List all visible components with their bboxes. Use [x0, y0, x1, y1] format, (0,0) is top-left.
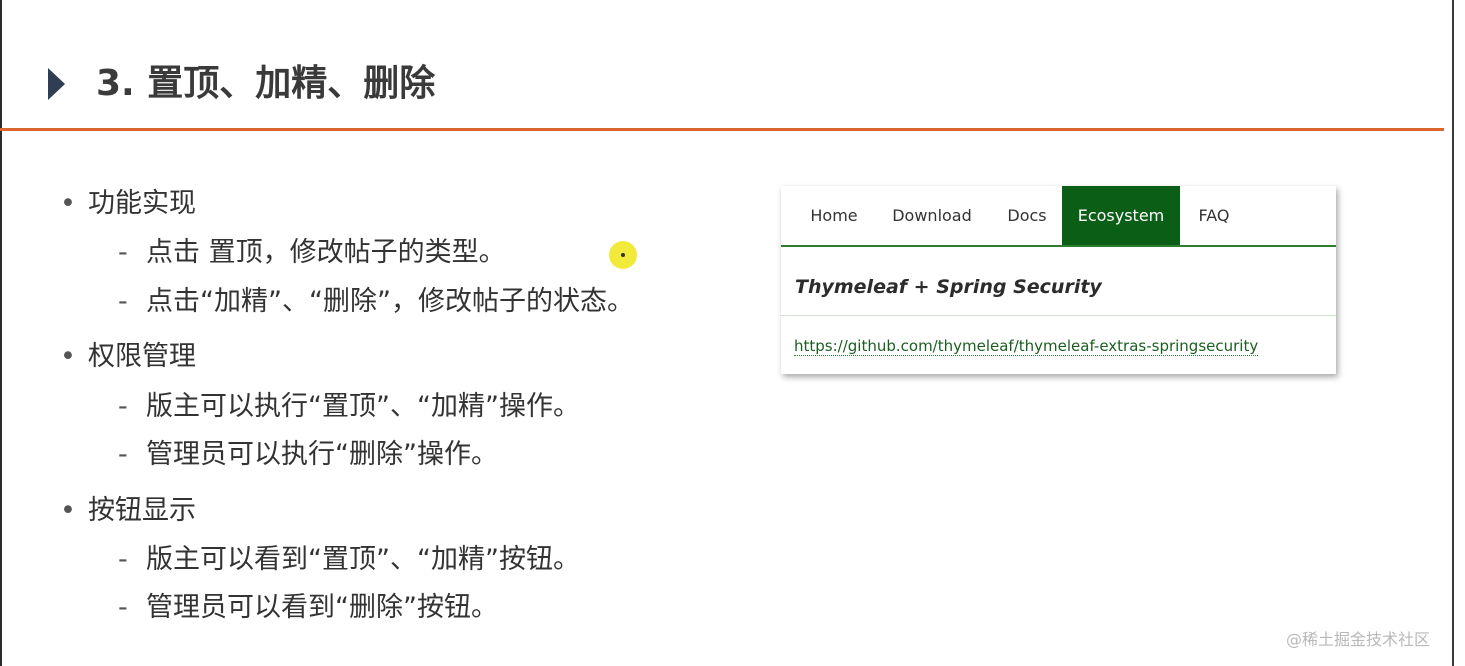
left-border — [0, 0, 2, 666]
nav-item-ecosystem[interactable]: Ecosystem — [1062, 186, 1180, 245]
nav-item-faq[interactable]: FAQ — [1191, 186, 1237, 245]
bullet-item: • 功能实现 — [60, 184, 196, 224]
sub-item-text: 版主可以看到“置顶”、“加精”按钮。 — [146, 544, 580, 575]
cursor-highlight — [609, 241, 637, 269]
nav-bar: Home Download Docs Ecosystem FAQ — [781, 186, 1336, 247]
sub-item: - 版主可以执行“置顶”、“加精”操作。 — [118, 387, 580, 427]
right-border — [1452, 0, 1454, 666]
dash-mark: - — [118, 237, 128, 268]
sub-item-text: 点击“加精”、“删除”，修改帖子的状态。 — [146, 286, 634, 317]
bullet-item: • 权限管理 — [60, 337, 196, 377]
panel-divider — [781, 315, 1336, 316]
nav-item-home[interactable]: Home — [801, 186, 867, 245]
dash-mark: - — [118, 544, 128, 575]
sub-item: - 点击 置顶，修改帖子的类型。 — [118, 233, 506, 273]
dash-mark: - — [118, 286, 128, 317]
nav-item-docs[interactable]: Docs — [999, 186, 1055, 245]
nav-item-download[interactable]: Download — [887, 186, 977, 245]
sub-item: - 版主可以看到“置顶”、“加精”按钮。 — [118, 540, 580, 580]
sub-item: - 管理员可以执行“删除”操作。 — [118, 435, 498, 475]
sub-item: - 管理员可以看到“删除”按钮。 — [118, 588, 498, 628]
watermark: @稀土掘金技术社区 — [1286, 630, 1431, 649]
sub-item-text: 管理员可以执行“删除”操作。 — [146, 439, 498, 470]
github-link[interactable]: https://github.com/thymeleaf/thymeleaf-e… — [794, 337, 1259, 356]
caret-right-icon — [48, 68, 65, 100]
slide-title: 3. 置顶、加精、删除 — [96, 63, 436, 104]
bullet-text: 权限管理 — [88, 341, 196, 372]
dash-mark: - — [118, 391, 128, 422]
bullet-mark: • — [60, 188, 76, 219]
title-divider — [0, 128, 1444, 131]
bullet-text: 功能实现 — [88, 188, 196, 219]
bullet-item: • 按钮显示 — [60, 491, 196, 531]
sub-item-text: 版主可以执行“置顶”、“加精”操作。 — [146, 391, 580, 422]
slide: 3. 置顶、加精、删除 • 功能实现 - 点击 置顶，修改帖子的类型。 - 点击“加精… — [0, 0, 1465, 666]
sub-item-text: 管理员可以看到“删除”按钮。 — [146, 592, 498, 623]
bullet-mark: • — [60, 495, 76, 526]
sub-item: - 点击“加精”、“删除”，修改帖子的状态。 — [118, 282, 634, 322]
dash-mark: - — [118, 592, 128, 623]
bullet-text: 按钮显示 — [88, 495, 196, 526]
panel-heading: Thymeleaf + Spring Security — [795, 276, 1102, 298]
sub-item-text: 点击 置顶，修改帖子的类型。 — [146, 237, 506, 268]
dash-mark: - — [118, 439, 128, 470]
bullet-mark: • — [60, 341, 76, 372]
embedded-screenshot: Home Download Docs Ecosystem FAQ Thymele… — [781, 186, 1336, 374]
